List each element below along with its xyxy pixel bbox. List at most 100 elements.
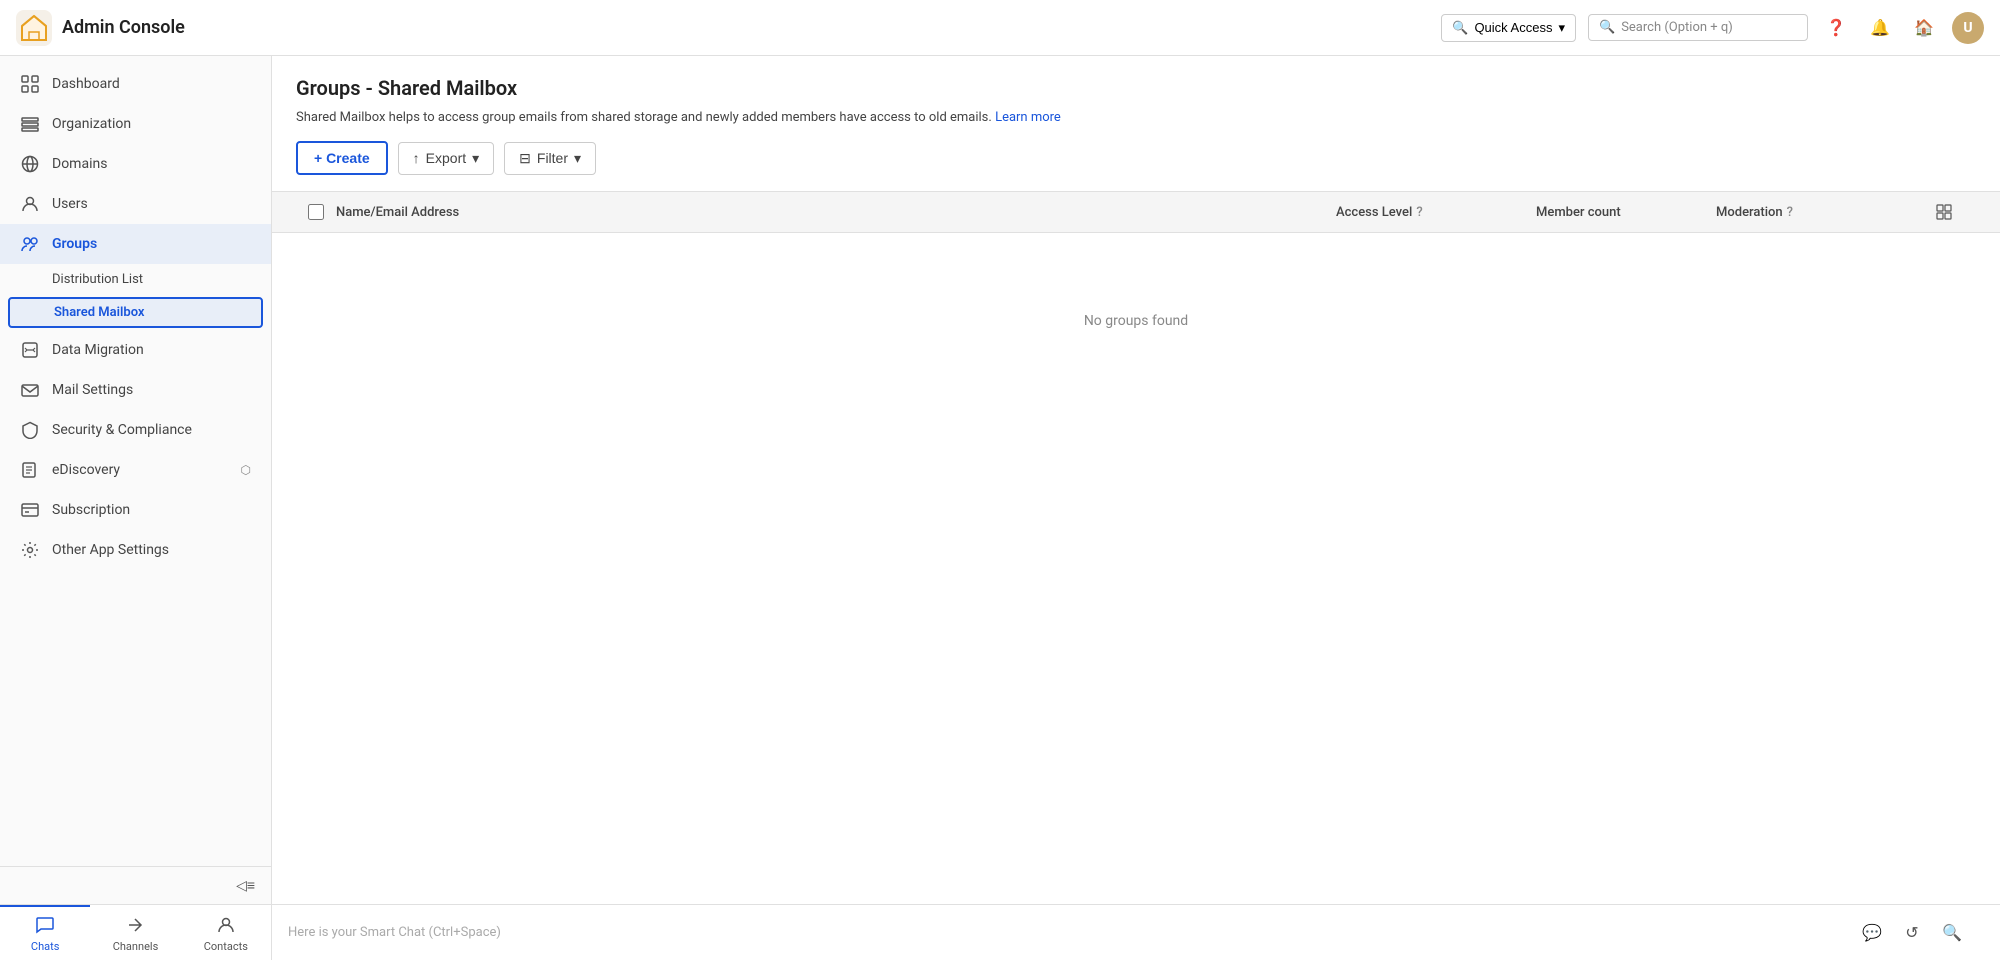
sidebar-item-users[interactable]: Users [0, 184, 271, 224]
sidebar-item-data-migration[interactable]: Data Migration [0, 330, 271, 370]
search-action-icon: 🔍 [1942, 923, 1962, 943]
header-settings-cell[interactable] [1936, 204, 1976, 220]
create-label: + Create [314, 150, 370, 166]
organization-icon [20, 114, 40, 134]
top-header: Admin Console 🔍 Quick Access ▾ 🔍 Search … [0, 0, 2000, 56]
sidebar-item-organization-label: Organization [52, 116, 131, 132]
contacts-label: Contacts [204, 940, 248, 953]
sidebar-item-domains[interactable]: Domains [0, 144, 271, 184]
export-chevron: ▾ [472, 150, 479, 167]
sidebar-item-ediscovery[interactable]: eDiscovery ⬡ [0, 450, 271, 490]
dashboard-icon [20, 74, 40, 94]
bottom-nav-right: Here is your Smart Chat (Ctrl+Space) 💬 ↺… [272, 917, 2000, 949]
header-member-count-cell: Member count [1536, 205, 1716, 220]
help-button[interactable]: ❓ [1820, 12, 1852, 44]
sidebar-sub-item-distribution-list[interactable]: Distribution List [0, 264, 271, 295]
data-migration-icon [20, 340, 40, 360]
sidebar-item-subscription-label: Subscription [52, 502, 130, 518]
search-action-button[interactable]: 🔍 [1936, 917, 1968, 949]
sidebar-item-organization[interactable]: Organization [0, 104, 271, 144]
mail-settings-icon [20, 380, 40, 400]
learn-more-link[interactable]: Learn more [995, 110, 1061, 125]
sidebar-item-users-label: Users [52, 196, 88, 212]
refresh-action-button[interactable]: ↺ [1896, 917, 1928, 949]
moderation-help-icon[interactable]: ? [1787, 205, 1793, 220]
content-area: Groups - Shared Mailbox Shared Mailbox h… [272, 56, 2000, 904]
smart-chat-placeholder[interactable]: Here is your Smart Chat (Ctrl+Space) [288, 925, 1856, 940]
logo-area: Admin Console [16, 10, 288, 46]
chat-action-button[interactable]: 💬 [1856, 917, 1888, 949]
search-box[interactable]: 🔍 Search (Option + q) [1588, 14, 1808, 41]
distribution-list-label: Distribution List [52, 272, 143, 287]
empty-state: No groups found [272, 233, 2000, 409]
header-checkbox-cell[interactable] [296, 204, 336, 220]
sidebar-nav: Dashboard Organization Domains Users [0, 56, 271, 866]
sidebar-item-dashboard[interactable]: Dashboard [0, 64, 271, 104]
create-button[interactable]: + Create [296, 141, 388, 175]
sidebar-item-ediscovery-label: eDiscovery [52, 462, 120, 478]
filter-button[interactable]: ⊟ Filter ▾ [504, 142, 596, 175]
domains-icon [20, 154, 40, 174]
select-all-checkbox[interactable] [308, 204, 324, 220]
home-icon: 🏠 [1914, 18, 1934, 38]
contacts-icon [216, 915, 236, 938]
help-icon: ❓ [1826, 18, 1846, 38]
channels-label: Channels [113, 940, 159, 953]
sidebar-item-security-compliance[interactable]: Security & Compliance [0, 410, 271, 450]
filter-chevron: ▾ [574, 150, 581, 167]
sidebar-item-subscription[interactable]: Subscription [0, 490, 271, 530]
security-icon [20, 420, 40, 440]
chat-action-icon: 💬 [1862, 923, 1882, 943]
empty-message: No groups found [1084, 313, 1188, 329]
quick-access-button[interactable]: 🔍 Quick Access ▾ [1441, 14, 1576, 42]
header-right: 🔍 Quick Access ▾ 🔍 Search (Option + q) ❓… [1441, 12, 1984, 44]
chevron-down-icon: ▾ [1558, 20, 1565, 36]
bottom-nav-chats[interactable]: Chats [0, 905, 90, 960]
sidebar-item-mail-settings[interactable]: Mail Settings [0, 370, 271, 410]
export-button[interactable]: ↑ Export ▾ [398, 142, 495, 175]
groups-icon [20, 234, 40, 254]
access-help-icon[interactable]: ? [1416, 205, 1422, 220]
user-avatar[interactable]: U [1952, 12, 1984, 44]
header-moderation-label: Moderation [1716, 205, 1783, 220]
sidebar: Dashboard Organization Domains Users [0, 56, 272, 904]
sidebar-item-security-label: Security & Compliance [52, 422, 192, 438]
home-button[interactable]: 🏠 [1908, 12, 1940, 44]
header-member-count-label: Member count [1536, 205, 1621, 220]
content-header: Groups - Shared Mailbox Shared Mailbox h… [272, 56, 2000, 192]
header-moderation-cell: Moderation ? [1716, 205, 1936, 220]
app-title: Admin Console [62, 17, 185, 38]
bottom-nav-channels[interactable]: Channels [90, 905, 180, 960]
sidebar-item-other-app-settings[interactable]: Other App Settings [0, 530, 271, 570]
bottom-nav-contacts[interactable]: Contacts [181, 905, 271, 960]
page-title: Groups - Shared Mailbox [296, 76, 1976, 100]
notifications-button[interactable]: 🔔 [1864, 12, 1896, 44]
app-logo-icon [16, 10, 52, 46]
sidebar-item-domains-label: Domains [52, 156, 107, 172]
header-name-cell: Name/Email Address [336, 205, 1336, 220]
other-settings-icon [20, 540, 40, 560]
channels-icon [125, 915, 145, 938]
sidebar-item-dashboard-label: Dashboard [52, 76, 120, 92]
quick-access-label: Quick Access [1474, 20, 1552, 35]
bottom-actions: 💬 ↺ 🔍 [1856, 917, 1968, 949]
bell-icon: 🔔 [1870, 18, 1890, 38]
sidebar-collapse-button[interactable]: ◁≡ [0, 866, 271, 904]
search-placeholder-text: Search (Option + q) [1621, 20, 1733, 35]
sidebar-item-groups-label: Groups [52, 236, 97, 252]
sidebar-sub-item-shared-mailbox[interactable]: Shared Mailbox [8, 297, 263, 328]
toolbar: + Create ↑ Export ▾ ⊟ Filter ▾ [296, 141, 1976, 175]
chats-icon [35, 915, 55, 938]
users-icon [20, 194, 40, 214]
collapse-icon: ◁≡ [236, 877, 255, 894]
export-label: Export [426, 150, 466, 166]
table-header: Name/Email Address Access Level ? Member… [272, 192, 2000, 233]
subscription-icon [20, 500, 40, 520]
bottom-nav: Chats Channels Contacts Here is your Sma… [0, 904, 2000, 960]
main-layout: Dashboard Organization Domains Users [0, 56, 2000, 904]
search-icon: 🔍 [1452, 20, 1468, 36]
page-desc-text: Shared Mailbox helps to access group ema… [296, 110, 992, 125]
sidebar-item-groups[interactable]: Groups [0, 224, 271, 264]
sidebar-item-data-migration-label: Data Migration [52, 342, 144, 358]
export-icon: ↑ [413, 150, 420, 166]
